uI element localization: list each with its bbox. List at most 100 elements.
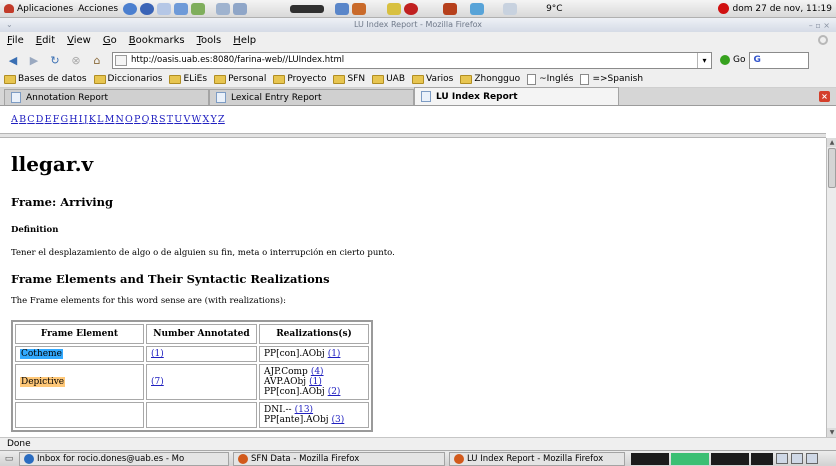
letter-link[interactable]: J	[84, 114, 88, 125]
taskbar-item-sfn-data[interactable]: SFN Data - Mozilla Firefox	[233, 451, 445, 466]
bookmark-zhongguo[interactable]: Zhongguo	[460, 74, 520, 84]
url-text[interactable]: http://oasis.uab.es:8080/farina-web//LUI…	[131, 55, 697, 65]
tab-lexical-entry-report[interactable]: Lexical Entry Report	[209, 89, 414, 105]
battery-icon[interactable]	[470, 2, 485, 15]
sound-icon[interactable]	[387, 2, 402, 15]
realization-count-link[interactable]: (13)	[295, 405, 313, 415]
letter-link[interactable]: U	[174, 114, 182, 125]
stop-icon[interactable]: ⊗	[67, 52, 85, 68]
impress-launcher-icon[interactable]	[216, 2, 231, 15]
bookmark-bases-de-datos[interactable]: Bases de datos	[4, 74, 87, 84]
taskbar-item-lu-index-report[interactable]: LU Index Report - Mozilla Firefox	[449, 451, 625, 466]
letter-link[interactable]: Q	[142, 114, 150, 125]
letter-link[interactable]: X	[203, 114, 210, 125]
help-launcher-icon[interactable]	[157, 2, 172, 15]
weather-applet-icon[interactable]	[352, 2, 367, 15]
letter-link[interactable]: Y	[210, 114, 216, 125]
letter-link[interactable]: M	[105, 114, 115, 125]
letter-link[interactable]: N	[116, 114, 125, 125]
weather-temperature[interactable]: 9°C	[546, 4, 563, 14]
window-menu-icon[interactable]: ⌄	[6, 18, 13, 32]
bookmark-diccionarios[interactable]: Diccionarios	[93, 74, 162, 84]
realization-count-link[interactable]: (4)	[311, 367, 324, 377]
writer-launcher-icon[interactable]	[174, 2, 189, 15]
menu-edit[interactable]: Edit	[36, 35, 55, 46]
workspace-1[interactable]	[631, 452, 669, 465]
menu-tools[interactable]: Tools	[197, 35, 222, 46]
vertical-scrollbar[interactable]: ▲ ▼	[826, 138, 836, 437]
tab-annotation-report[interactable]: Annotation Report	[4, 89, 209, 105]
clock[interactable]: dom 27 de nov, 11:19	[717, 3, 832, 14]
realization-count-link[interactable]: (2)	[328, 387, 341, 397]
letter-link[interactable]: W	[192, 114, 202, 125]
calc-launcher-icon[interactable]	[191, 2, 206, 15]
url-bar[interactable]: http://oasis.uab.es:8080/farina-web//LUI…	[112, 51, 712, 69]
letter-link[interactable]: Z	[218, 114, 225, 125]
menu-help[interactable]: Help	[233, 35, 256, 46]
letter-link[interactable]: B	[19, 114, 26, 125]
bookmark-proyecto[interactable]: Proyecto	[273, 74, 326, 84]
home-icon[interactable]: ⌂	[88, 52, 106, 68]
network-icon[interactable]	[335, 2, 350, 15]
back-arrow-icon[interactable]: ◀	[4, 52, 22, 68]
forward-arrow-icon[interactable]: ▶	[25, 52, 43, 68]
scroll-down-arrow-icon[interactable]: ▼	[827, 428, 836, 437]
letter-link[interactable]: L	[97, 114, 104, 125]
realization-count-link[interactable]: (1)	[309, 377, 322, 387]
record-icon[interactable]	[404, 2, 419, 15]
bookmark-sfn[interactable]: SFN	[333, 74, 365, 84]
bookmark-ingl-s[interactable]: ~Inglés	[527, 73, 573, 85]
letter-link[interactable]: H	[69, 114, 78, 125]
realization-count-link[interactable]: (3)	[332, 415, 345, 425]
tray-trash-icon[interactable]	[806, 453, 818, 464]
letter-link[interactable]: I	[79, 114, 83, 125]
show-desktop-icon[interactable]: ▭	[2, 453, 16, 465]
letter-link[interactable]: C	[27, 114, 34, 125]
letter-link[interactable]: A	[11, 114, 18, 125]
bookmark-spanish[interactable]: =>Spanish	[580, 73, 643, 85]
reload-icon[interactable]: ↻	[46, 52, 64, 68]
menu-file[interactable]: File	[7, 35, 24, 46]
workspace-3[interactable]	[711, 452, 749, 465]
search-input[interactable]: G	[749, 51, 810, 69]
actions-menu[interactable]: Acciones	[78, 4, 118, 14]
letter-link[interactable]: D	[36, 114, 44, 125]
go-button[interactable]: Go	[720, 55, 745, 65]
scroll-up-arrow-icon[interactable]: ▲	[827, 138, 836, 147]
bookmark-personal[interactable]: Personal	[214, 74, 266, 84]
power-icon[interactable]	[717, 3, 729, 14]
annotation-count-link[interactable]: (1)	[151, 349, 164, 359]
workspace-4[interactable]	[751, 452, 773, 465]
taskbar-item-inbox[interactable]: Inbox for rocio.dones@uab.es - Mo	[19, 451, 229, 466]
email-launcher-icon[interactable]	[140, 2, 155, 15]
applications-menu[interactable]: Aplicaciones	[17, 4, 73, 14]
url-dropdown-chevron-icon[interactable]: ▾	[697, 52, 711, 68]
keyboard-icon[interactable]	[290, 4, 325, 13]
tray-app-icon[interactable]	[776, 453, 788, 464]
letter-link[interactable]: T	[167, 114, 174, 125]
close-tab-icon[interactable]: ×	[819, 91, 830, 102]
letter-link[interactable]: P	[134, 114, 141, 125]
letter-link[interactable]: V	[183, 114, 190, 125]
bookmark-varios[interactable]: Varios	[412, 74, 453, 84]
bookmark-elies[interactable]: ELiEs	[169, 74, 207, 84]
chart-launcher-icon[interactable]	[233, 2, 248, 15]
browser-launcher-icon[interactable]	[123, 2, 138, 15]
annotation-count-link[interactable]: (7)	[151, 377, 164, 387]
letter-link[interactable]: K	[89, 114, 96, 125]
tab-lu-index-report[interactable]: LU Index Report	[414, 87, 619, 105]
menu-go[interactable]: Go	[103, 35, 117, 46]
letter-link[interactable]: R	[151, 114, 158, 125]
letter-link[interactable]: G	[61, 114, 69, 125]
scrollbar-thumb[interactable]	[828, 148, 836, 188]
bookmark-uab[interactable]: UAB	[372, 74, 405, 84]
menu-view[interactable]: View	[67, 35, 91, 46]
workspace-2[interactable]	[671, 452, 709, 465]
letter-link[interactable]: S	[159, 114, 166, 125]
letter-link[interactable]: O	[125, 114, 133, 125]
letter-link[interactable]: E	[45, 114, 52, 125]
window-controls[interactable]: – ▫ ×	[809, 19, 830, 33]
tray-window-icon[interactable]	[791, 453, 803, 464]
realization-count-link[interactable]: (1)	[328, 349, 341, 359]
cpu-monitor-icon[interactable]	[443, 2, 458, 15]
